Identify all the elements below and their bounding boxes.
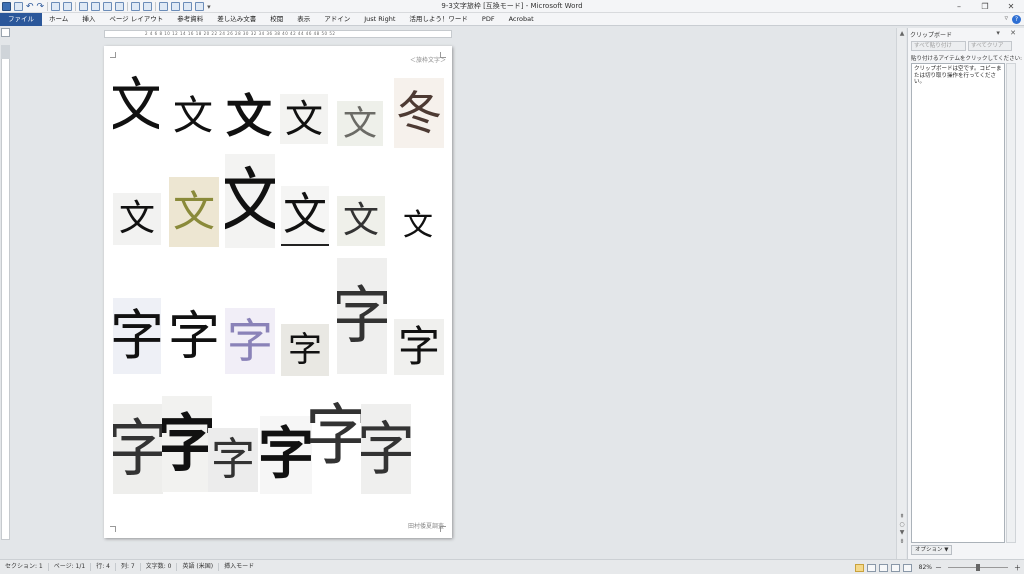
vertical-scrollbar[interactable]: ▲ ⇞ ○ ▼ ⇟ bbox=[896, 28, 906, 559]
tab-addins[interactable]: アドイン bbox=[317, 13, 357, 26]
zoom-slider-handle[interactable] bbox=[976, 564, 980, 571]
tab-pdf[interactable]: PDF bbox=[475, 13, 502, 26]
status-bar: セクション: 1 ページ: 1/1 行: 4 列: 7 文字数: 0 英語 (米… bbox=[0, 559, 1024, 574]
glyph-image[interactable]: 文 bbox=[281, 186, 329, 246]
zoom-slider[interactable] bbox=[948, 564, 1008, 571]
glyph-image[interactable]: 文 bbox=[113, 193, 161, 245]
glyph-image[interactable]: 字 bbox=[310, 380, 366, 492]
pane-controls[interactable]: ▾ ✕ bbox=[996, 29, 1020, 37]
document-page[interactable]: ＜旅枠文字＞ 文 文 文 文 文 冬 文 文 文 文 文 文 字 字 字 字 字… bbox=[104, 46, 452, 538]
ruler-numbers: 2 4 6 8 10 12 14 16 18 20 22 24 26 28 30… bbox=[145, 31, 336, 36]
minimize-ribbon-icon[interactable]: ▿ bbox=[1004, 14, 1008, 22]
glyph-image[interactable]: 字 bbox=[394, 319, 444, 375]
tab-katsuyou-word[interactable]: 活用しよう！ワード bbox=[402, 13, 475, 26]
status-line[interactable]: 行: 4 bbox=[91, 563, 116, 571]
glyph-image[interactable]: 字 bbox=[225, 308, 275, 374]
paste-hint: 貼り付けるアイテムをクリックしてください: bbox=[911, 56, 1022, 62]
vertical-ruler-margin bbox=[1, 45, 10, 59]
status-column[interactable]: 列: 7 bbox=[116, 563, 141, 571]
zoom-out-button[interactable]: － bbox=[935, 563, 942, 573]
status-page[interactable]: ページ: 1/1 bbox=[49, 563, 92, 571]
glyph-image[interactable]: 文 bbox=[280, 94, 328, 144]
window-controls: – ❐ ✕ bbox=[946, 0, 1024, 13]
outline-icon[interactable] bbox=[890, 563, 900, 572]
status-section[interactable]: セクション: 1 bbox=[0, 563, 49, 571]
restore-button[interactable]: ❐ bbox=[972, 0, 998, 13]
glyph-image[interactable]: 字 bbox=[260, 416, 312, 494]
tab-page-layout[interactable]: ページ レイアウト bbox=[102, 13, 170, 26]
glyph-image[interactable]: 字 bbox=[281, 324, 329, 376]
full-screen-reading-icon[interactable] bbox=[866, 563, 876, 572]
glyph-image[interactable]: 字 bbox=[162, 396, 212, 492]
vertical-ruler[interactable] bbox=[1, 45, 10, 540]
status-language[interactable]: 英語 (米国) bbox=[177, 563, 220, 571]
clipboard-pane: クリップボード ▾ ✕ すべて貼り付け すべてクリア 貼り付けるアイテムをクリッ… bbox=[907, 28, 1024, 559]
header-label: ＜旅枠文字＞ bbox=[409, 57, 446, 64]
crop-mark bbox=[110, 526, 116, 532]
glyph-image[interactable]: 冬 bbox=[394, 78, 444, 148]
glyph-image[interactable]: 字 bbox=[168, 301, 220, 373]
glyph-image[interactable]: 字 bbox=[337, 258, 387, 374]
glyph-image[interactable]: 字 bbox=[113, 298, 161, 374]
options-button[interactable]: オプション ▼ bbox=[911, 545, 953, 555]
zoom-in-button[interactable]: ＋ bbox=[1014, 563, 1021, 573]
glyph-image[interactable]: 文 bbox=[337, 101, 383, 146]
tab-home[interactable]: ホーム bbox=[42, 13, 75, 26]
previous-page-icon[interactable]: ⇞ bbox=[898, 513, 906, 521]
pane-scrollbar[interactable] bbox=[1006, 63, 1016, 543]
paste-all-button[interactable]: すべて貼り付け bbox=[911, 41, 966, 51]
tab-acrobat[interactable]: Acrobat bbox=[502, 13, 541, 26]
ribbon-tabs: ファイル ホーム 挿入 ページ レイアウト 参考資料 差し込み文書 校閲 表示 … bbox=[0, 12, 1024, 26]
tab-mailings[interactable]: 差し込み文書 bbox=[210, 13, 263, 26]
draft-icon[interactable] bbox=[902, 563, 912, 572]
clipboard-items-list[interactable]: クリップボードは空です。コピーまたは切り取り操作を行ってください。 bbox=[911, 63, 1005, 543]
clear-all-button[interactable]: すべてクリア bbox=[968, 41, 1012, 51]
scroll-down-icon[interactable]: ▼ bbox=[898, 529, 906, 537]
help-icon[interactable]: ? bbox=[1012, 15, 1021, 24]
glyph-image[interactable]: 文 bbox=[337, 196, 385, 246]
status-insert-mode[interactable]: 挿入モード bbox=[219, 563, 259, 571]
footer-label: 田村倭夏調査 bbox=[407, 523, 444, 530]
view-zoom-controls: 82% － ＋ bbox=[854, 562, 1021, 573]
web-layout-icon[interactable] bbox=[878, 563, 888, 572]
glyph-image[interactable]: 文 bbox=[170, 90, 216, 142]
glyph-image[interactable]: 文 bbox=[113, 66, 159, 144]
close-button[interactable]: ✕ bbox=[998, 0, 1024, 13]
select-browse-object-icon[interactable]: ○ bbox=[898, 521, 906, 529]
tab-references[interactable]: 参考資料 bbox=[170, 13, 210, 26]
glyph-image[interactable]: 字 bbox=[208, 428, 258, 492]
status-word-count[interactable]: 文字数: 0 bbox=[141, 563, 178, 571]
print-layout-icon[interactable] bbox=[854, 563, 864, 572]
tab-view[interactable]: 表示 bbox=[290, 13, 317, 26]
next-page-icon[interactable]: ⇟ bbox=[898, 538, 906, 546]
pane-title: クリップボード bbox=[910, 32, 953, 39]
glyph-image[interactable]: 字 bbox=[113, 404, 163, 494]
tab-file[interactable]: ファイル bbox=[0, 12, 42, 26]
title-bar: ↶ ↷ ▾ 9-3文字旅枠 [互換モード] - Microsoft Word –… bbox=[0, 0, 1024, 13]
tab-insert[interactable]: 挿入 bbox=[75, 13, 102, 26]
glyph-image[interactable]: 文 bbox=[394, 206, 442, 246]
zoom-level[interactable]: 82% bbox=[919, 564, 932, 571]
glyph-image[interactable]: 字 bbox=[361, 404, 411, 494]
tab-review[interactable]: 校閲 bbox=[263, 13, 290, 26]
glyph-image[interactable]: 文 bbox=[224, 90, 274, 142]
tab-selector[interactable] bbox=[1, 28, 10, 37]
horizontal-ruler[interactable]: 2 4 6 8 10 12 14 16 18 20 22 24 26 28 30… bbox=[104, 30, 452, 38]
glyph-image[interactable]: 文 bbox=[225, 154, 275, 248]
minimize-button[interactable]: – bbox=[946, 0, 972, 13]
scroll-up-icon[interactable]: ▲ bbox=[898, 30, 906, 38]
clipboard-empty-message: クリップボードは空です。コピーまたは切り取り操作を行ってください。 bbox=[914, 66, 1002, 85]
window-title: 9-3文字旅枠 [互換モード] - Microsoft Word bbox=[441, 2, 583, 10]
tab-just-right[interactable]: Just Right bbox=[357, 13, 402, 26]
glyph-image[interactable]: 文 bbox=[169, 177, 219, 247]
crop-mark bbox=[110, 52, 116, 58]
